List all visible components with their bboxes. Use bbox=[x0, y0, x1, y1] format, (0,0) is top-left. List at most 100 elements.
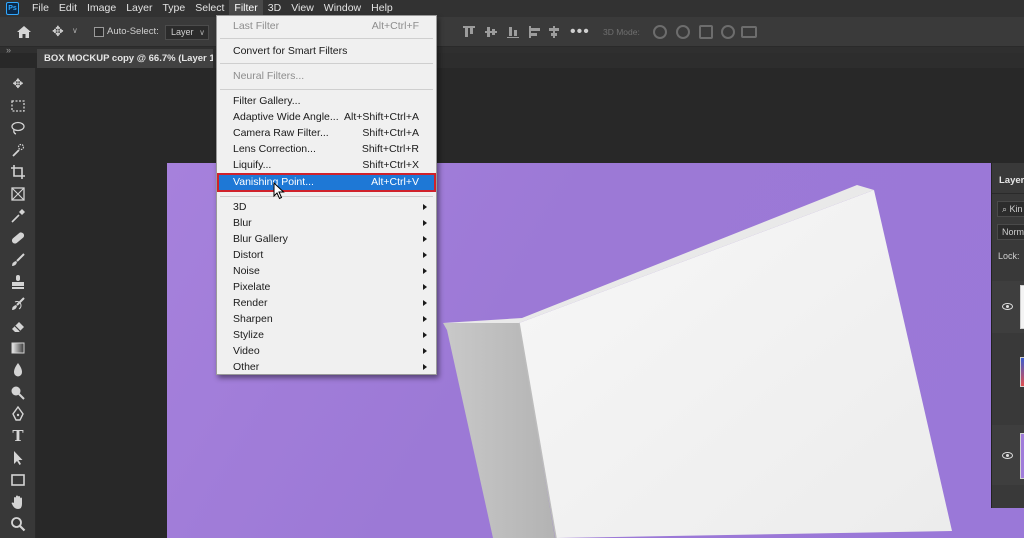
menu-item-pixelate[interactable]: Pixelate bbox=[218, 279, 435, 295]
blur-tool-icon[interactable] bbox=[10, 362, 26, 378]
lasso-tool-icon[interactable] bbox=[10, 120, 26, 136]
home-icon[interactable] bbox=[16, 25, 32, 39]
menu-item-label: Neural Filters... bbox=[233, 70, 305, 82]
menu-item-other[interactable]: Other bbox=[218, 359, 435, 375]
zoom-tool-icon[interactable] bbox=[10, 516, 26, 532]
menu-item-label: Blur Gallery bbox=[233, 233, 288, 245]
blend-mode-dropdown[interactable]: Norm bbox=[997, 224, 1024, 240]
options-bar: ✥ ∨ Auto-Select: Layer ∨ ••• 3D Mode: bbox=[0, 17, 1024, 47]
eraser-tool-icon[interactable] bbox=[10, 318, 26, 334]
type-tool-icon[interactable]: T bbox=[10, 427, 26, 445]
menu-layer[interactable]: Layer bbox=[121, 0, 157, 17]
3d-pan-icon[interactable] bbox=[699, 25, 713, 39]
dodge-tool-icon[interactable] bbox=[10, 384, 26, 400]
layer-thumbnail bbox=[1020, 285, 1024, 329]
more-options-icon[interactable]: ••• bbox=[570, 23, 590, 41]
layers-tab[interactable]: Layers bbox=[999, 175, 1024, 186]
auto-select-target-value: Layer bbox=[171, 27, 194, 37]
align-bottom-icon[interactable] bbox=[507, 26, 519, 38]
eyedropper-tool-icon[interactable] bbox=[10, 208, 26, 224]
layer-row[interactable] bbox=[992, 281, 1024, 333]
menu-item-video[interactable]: Video bbox=[218, 343, 435, 359]
menu-edit[interactable]: Edit bbox=[54, 0, 82, 17]
menu-item-sharpen[interactable]: Sharpen bbox=[218, 311, 435, 327]
visibility-eye-icon[interactable] bbox=[1002, 452, 1013, 459]
menu-separator bbox=[220, 63, 433, 64]
menu-item-filter-gallery[interactable]: Filter Gallery... bbox=[218, 93, 435, 109]
menu-item-label: Distort bbox=[233, 249, 264, 261]
submenu-arrow-icon bbox=[423, 316, 427, 322]
layer-thumbnail bbox=[1020, 357, 1024, 387]
menu-item-vanishing-point[interactable]: Vanishing Point... Alt+Ctrl+V bbox=[217, 173, 436, 192]
menu-item-render[interactable]: Render bbox=[218, 295, 435, 311]
menu-item-lens-correction[interactable]: Lens Correction... Shift+Ctrl+R bbox=[218, 141, 435, 157]
pen-tool-icon[interactable] bbox=[10, 406, 26, 422]
menu-bar: Ps File Edit Image Layer Type Select Fil… bbox=[0, 0, 1024, 17]
menu-item-label: Stylize bbox=[233, 329, 264, 341]
menu-item-camera-raw-filter[interactable]: Camera Raw Filter... Shift+Ctrl+A bbox=[218, 125, 435, 141]
crop-tool-icon[interactable] bbox=[10, 164, 26, 180]
menu-item-label: Liquify... bbox=[233, 159, 272, 171]
3d-camera-icon[interactable] bbox=[741, 26, 757, 38]
auto-select-target-dropdown[interactable]: Layer ∨ bbox=[165, 25, 209, 40]
menu-item-last-filter[interactable]: Last Filter Alt+Ctrl+F bbox=[218, 18, 435, 34]
menu-separator bbox=[220, 38, 433, 39]
brush-tool-icon[interactable] bbox=[10, 252, 26, 268]
photoshop-logo[interactable]: Ps bbox=[6, 2, 19, 15]
submenu-arrow-icon bbox=[423, 204, 427, 210]
chevron-down-icon[interactable]: ∨ bbox=[72, 26, 78, 35]
align-vertical-center-icon[interactable] bbox=[485, 26, 497, 38]
healing-brush-tool-icon[interactable] bbox=[10, 230, 26, 246]
menu-item-noise[interactable]: Noise bbox=[218, 263, 435, 279]
visibility-eye-icon[interactable] bbox=[1002, 303, 1013, 310]
document-tab[interactable]: BOX MOCKUP copy @ 66.7% (Layer 1, R bbox=[37, 49, 213, 68]
menu-item-blur[interactable]: Blur bbox=[218, 215, 435, 231]
menu-item-liquify[interactable]: Liquify... Shift+Ctrl+X bbox=[218, 157, 435, 173]
menu-item-convert-for-smart-filters[interactable]: Convert for Smart Filters bbox=[218, 43, 435, 59]
move-tool-preset-icon[interactable]: ✥ bbox=[52, 23, 64, 40]
path-selection-tool-icon[interactable] bbox=[10, 450, 26, 466]
align-horizontal-center-icon[interactable] bbox=[548, 26, 560, 38]
submenu-arrow-icon bbox=[423, 236, 427, 242]
menu-image[interactable]: Image bbox=[82, 0, 121, 17]
auto-select-checkbox[interactable] bbox=[94, 27, 104, 37]
quick-selection-tool-icon[interactable] bbox=[10, 142, 26, 158]
submenu-arrow-icon bbox=[423, 332, 427, 338]
menu-separator bbox=[220, 196, 433, 197]
menu-item-blur-gallery[interactable]: Blur Gallery bbox=[218, 231, 435, 247]
rectangle-tool-icon[interactable] bbox=[10, 472, 26, 488]
menu-item-label: Lens Correction... bbox=[233, 143, 316, 155]
history-brush-tool-icon[interactable] bbox=[10, 296, 26, 312]
menu-type[interactable]: Type bbox=[157, 0, 190, 17]
collapse-panel-icon[interactable]: » bbox=[6, 45, 11, 55]
menu-item-label: Render bbox=[233, 297, 268, 309]
menu-item-label: Last Filter bbox=[233, 20, 280, 32]
menu-item-label: Sharpen bbox=[233, 313, 273, 325]
align-top-icon[interactable] bbox=[463, 26, 475, 38]
menu-file[interactable]: File bbox=[27, 0, 54, 17]
menu-item-label: Camera Raw Filter... bbox=[233, 127, 329, 139]
menu-item-stylize[interactable]: Stylize bbox=[218, 327, 435, 343]
3d-slide-icon[interactable] bbox=[721, 25, 735, 39]
layer-row[interactable] bbox=[992, 343, 1024, 401]
align-left-icon[interactable] bbox=[529, 26, 541, 38]
clone-stamp-tool-icon[interactable] bbox=[10, 274, 26, 290]
menu-item-adaptive-wide-angle[interactable]: Adaptive Wide Angle... Alt+Shift+Ctrl+A bbox=[218, 109, 435, 125]
3d-orbit-icon[interactable] bbox=[653, 25, 667, 39]
layers-panel: Layers ⌕ Kin Norm Lock: bbox=[991, 163, 1024, 508]
layer-row[interactable] bbox=[992, 425, 1024, 485]
gradient-tool-icon[interactable] bbox=[10, 340, 26, 356]
3d-mode-label: 3D Mode: bbox=[603, 27, 640, 37]
menu-item-3d[interactable]: 3D bbox=[218, 199, 435, 215]
layer-kind-filter[interactable]: ⌕ Kin bbox=[997, 201, 1024, 217]
menu-separator bbox=[220, 89, 433, 90]
marquee-tool-icon[interactable] bbox=[10, 98, 26, 114]
hand-tool-icon[interactable] bbox=[10, 494, 26, 510]
move-tool-icon[interactable]: ✥ bbox=[10, 76, 26, 92]
3d-roll-icon[interactable] bbox=[676, 25, 690, 39]
frame-tool-icon[interactable] bbox=[10, 186, 26, 202]
menu-item-distort[interactable]: Distort bbox=[218, 247, 435, 263]
filter-menu-dropdown: Last Filter Alt+Ctrl+F Convert for Smart… bbox=[216, 15, 437, 375]
menu-item-neural-filters[interactable]: Neural Filters... bbox=[218, 68, 435, 84]
menu-item-label: Video bbox=[233, 345, 260, 357]
